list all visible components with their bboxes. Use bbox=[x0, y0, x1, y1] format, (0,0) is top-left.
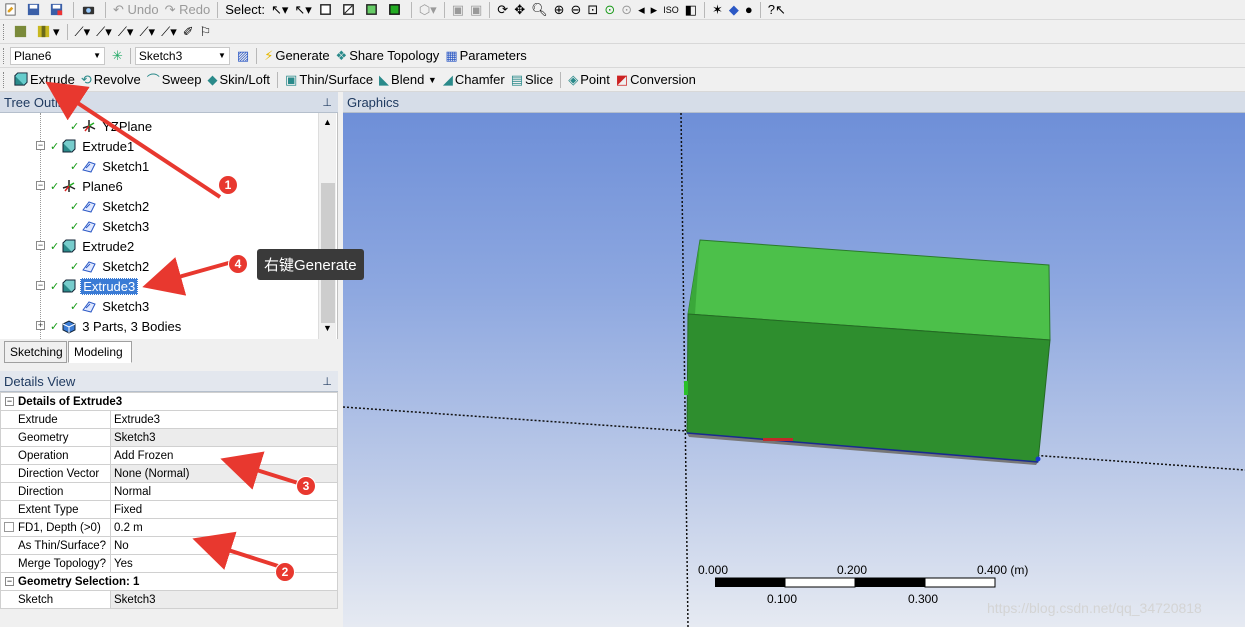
callout-2: 2 bbox=[275, 562, 295, 582]
callout-1: 1 bbox=[218, 175, 238, 195]
callout-2-label: 2 bbox=[281, 565, 289, 579]
arrow-4 bbox=[142, 257, 233, 296]
callout-3: 3 bbox=[296, 476, 316, 496]
callout-3-label: 3 bbox=[302, 479, 310, 493]
arrow-1 bbox=[45, 81, 222, 199]
callout-1-label: 1 bbox=[224, 178, 232, 192]
callout-4: 4 bbox=[228, 254, 248, 274]
annotation-overlay bbox=[45, 81, 299, 570]
arrow-3 bbox=[220, 451, 299, 490]
watermark: https://blog.csdn.net/qq_34720818 bbox=[987, 600, 1202, 616]
annotation-tooltip: 右键Generate bbox=[257, 249, 364, 280]
arrow-2 bbox=[192, 531, 279, 570]
callout-4-label: 4 bbox=[234, 257, 242, 271]
